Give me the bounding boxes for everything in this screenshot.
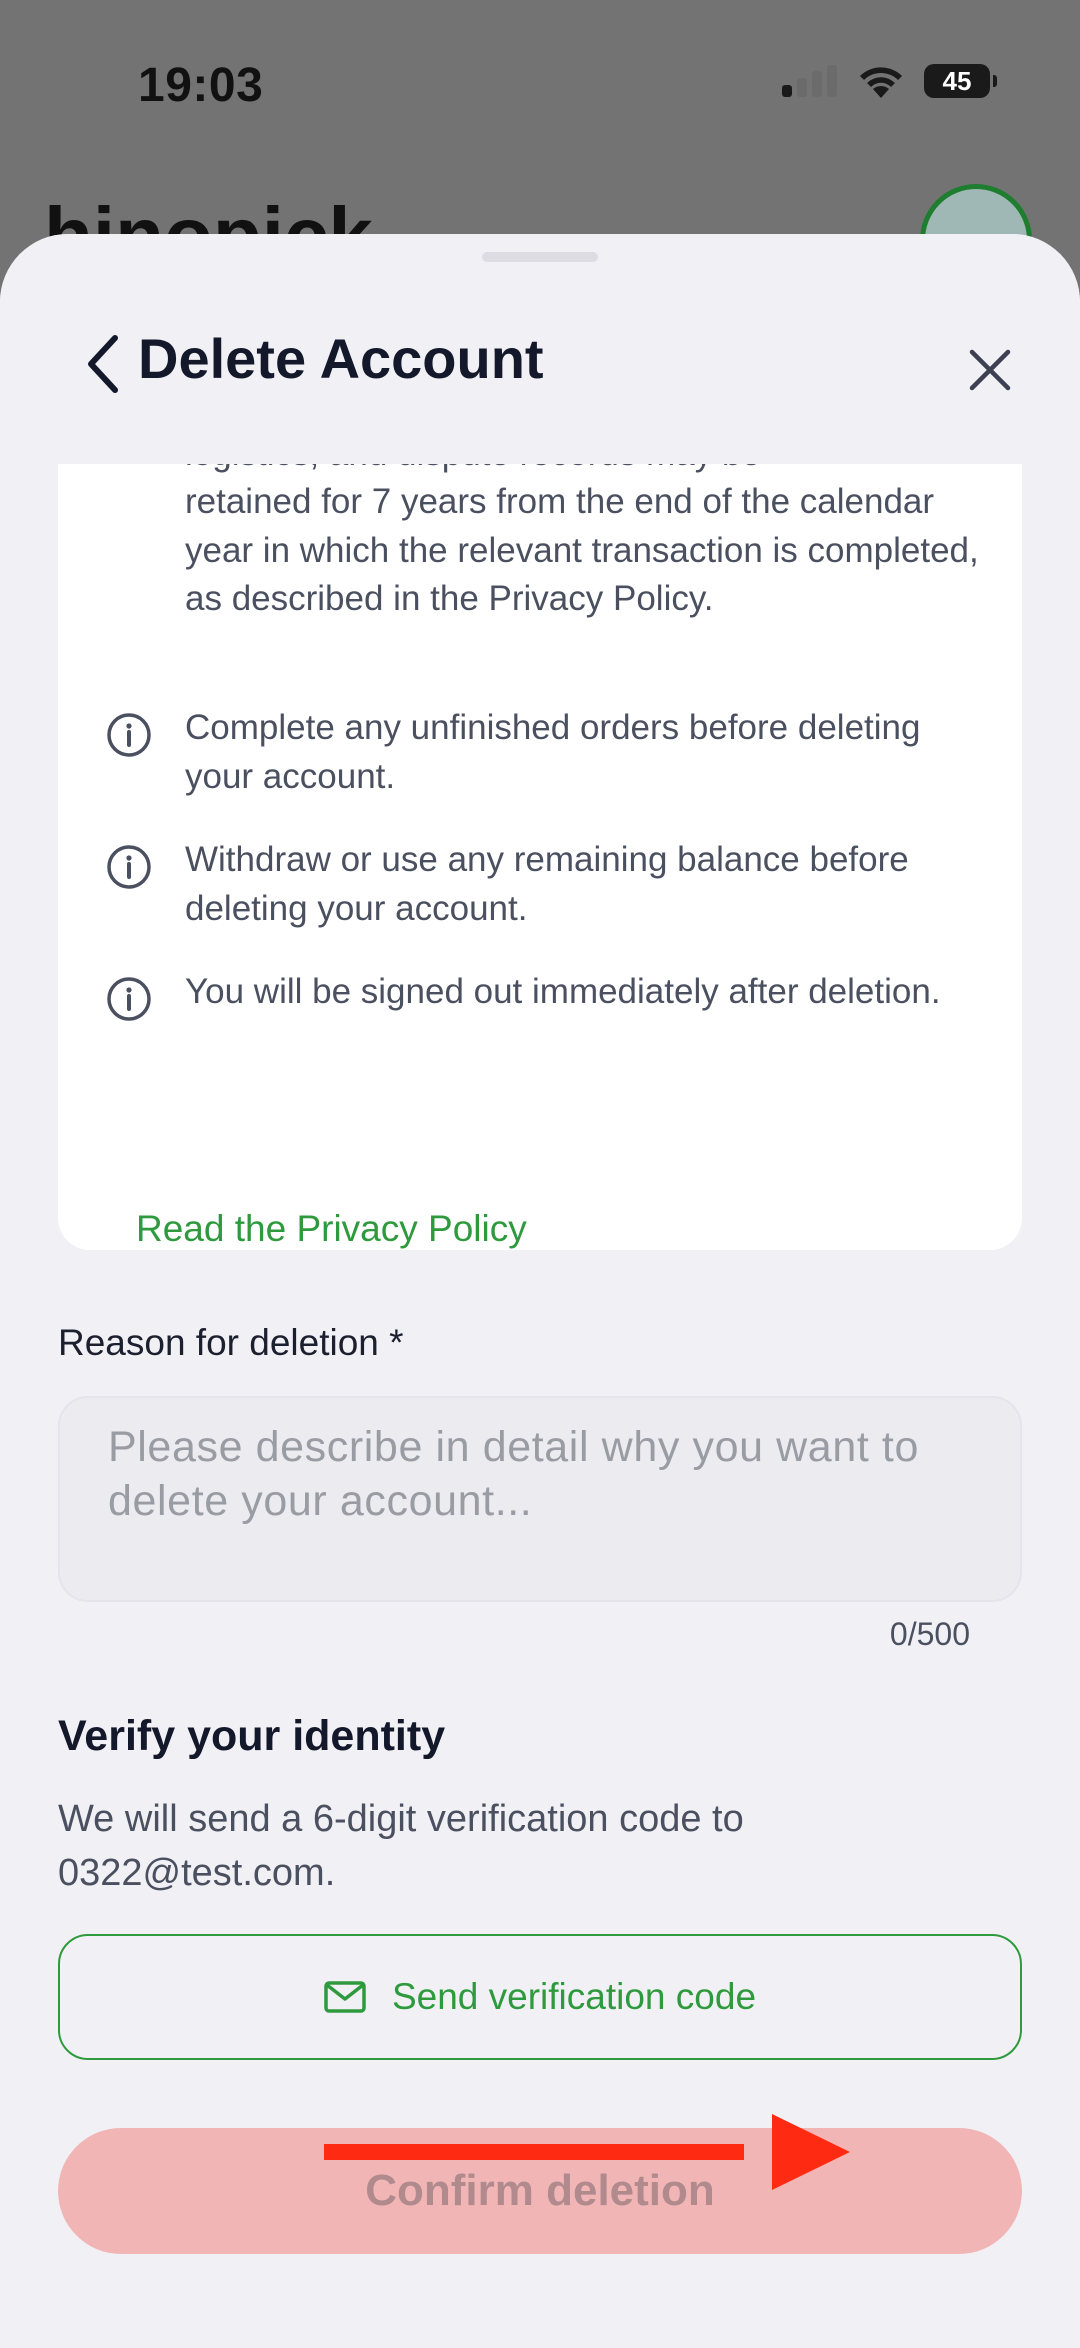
back-button[interactable] [78, 324, 128, 404]
delete-account-sheet: Delete Account logistics, and dispute re… [0, 234, 1080, 2348]
info-icon [107, 977, 151, 1021]
page-title: Delete Account [138, 327, 544, 390]
sheet-grabber[interactable] [482, 252, 598, 262]
status-time: 19:03 [138, 59, 264, 112]
info-icon [107, 713, 151, 757]
info-item-text: Withdraw or use any remaining balance be… [185, 840, 909, 928]
send-verification-code-label: Send verification code [391, 1976, 757, 2017]
info-item-text: You will be signed out immediately after… [185, 972, 941, 1011]
sheet-header: Delete Account [0, 234, 1080, 464]
close-icon [969, 349, 1011, 391]
reason-label: Reason for deletion * [58, 1322, 404, 1363]
screen: 19:03 45 hinopick Delete Account [0, 0, 1080, 2348]
confirm-deletion-button[interactable]: Confirm deletion [58, 2128, 1022, 2254]
battery-icon: 45 [924, 64, 997, 98]
confirm-deletion-label: Confirm deletion [365, 2166, 715, 2215]
reason-field-container [58, 1396, 1022, 1602]
cellular-signal-icon [782, 65, 837, 97]
verify-title: Verify your identity [58, 1712, 446, 1760]
chevron-left-icon [88, 335, 118, 393]
info-item-text: Complete any unfinished orders before de… [185, 708, 921, 796]
deletion-info-card: logistics, and dispute records may be re… [58, 334, 1022, 1250]
reason-textarea[interactable] [108, 1420, 988, 1580]
info-icon [107, 845, 151, 889]
privacy-policy-link[interactable]: Read the Privacy Policy [136, 1208, 527, 1250]
wifi-icon [860, 67, 902, 98]
character-counter: 0/500 [889, 1616, 970, 1652]
status-icons: 45 [782, 64, 997, 98]
retention-text: retained for 7 years from the end of the… [185, 482, 979, 618]
send-verification-code-button[interactable]: Send verification code [58, 1934, 1022, 2060]
mail-icon [324, 1981, 366, 2013]
close-button[interactable] [950, 330, 1030, 410]
verify-description: We will send a 6-digit verification code… [58, 1798, 744, 1894]
